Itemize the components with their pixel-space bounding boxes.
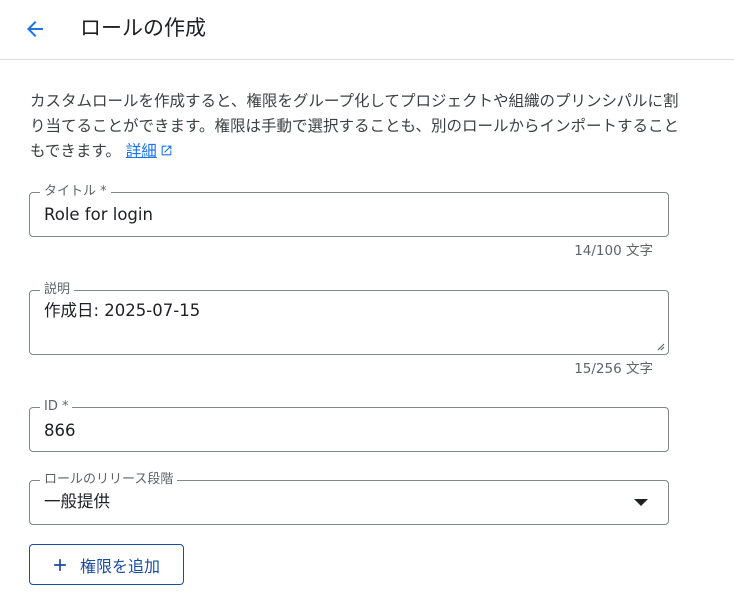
page-title: ロールの作成 — [80, 16, 206, 40]
plus-icon — [54, 558, 66, 571]
description-field-label: 説明 — [40, 282, 75, 298]
arrow-left-icon — [27, 21, 43, 37]
learn-more-label: 詳細 — [125, 142, 157, 160]
intro-text: カスタムロールを作成すると、権限をグループ化してプロジェクトや組織のプリンシパル… — [30, 89, 680, 164]
add-permissions-label: 権限を追加 — [80, 556, 161, 576]
title-field-value[interactable]: Role for login — [44, 204, 153, 226]
description-field[interactable]: 説明 作成日: 2025-07-15 — [29, 282, 669, 355]
caret-down-icon[interactable] — [634, 499, 648, 506]
back-button[interactable] — [18, 12, 52, 46]
launch-stage-select[interactable]: ロールのリリース段階 一般提供 — [29, 472, 669, 525]
launch-stage-label: ロールのリリース段階 — [40, 472, 178, 488]
description-field-value[interactable]: 作成日: 2025-07-15 — [44, 300, 200, 322]
learn-more-link[interactable]: 詳細 — [126, 142, 173, 160]
id-field-label: ID * — [40, 399, 73, 415]
add-permissions-button[interactable]: 権限を追加 — [29, 544, 184, 585]
resize-handle-icon[interactable] — [655, 341, 665, 351]
launch-stage-value: 一般提供 — [44, 492, 110, 511]
page-header: ロールの作成 — [0, 0, 734, 60]
title-field-label: タイトル * — [40, 184, 111, 200]
description-char-counter: 15/256 文字 — [574, 361, 653, 377]
open-in-new-icon — [161, 145, 172, 156]
id-field-value[interactable]: 866 — [44, 420, 76, 442]
title-field[interactable]: タイトル * Role for login — [29, 184, 669, 237]
id-field[interactable]: ID * 866 — [29, 399, 669, 452]
title-char-counter: 14/100 文字 — [574, 243, 653, 259]
